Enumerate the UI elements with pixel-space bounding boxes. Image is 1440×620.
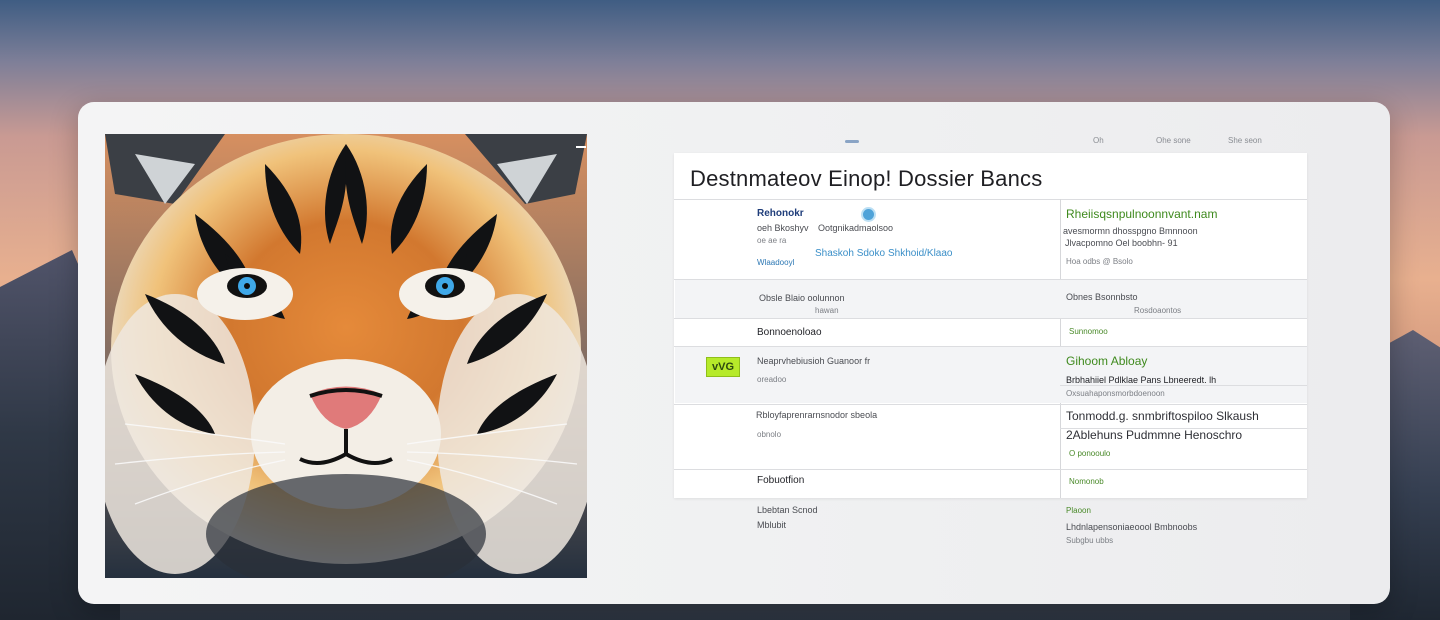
- row5-label: Rbloyfaprenrarnsnodor sbeola: [756, 410, 878, 420]
- tiger-image: [105, 134, 587, 578]
- right-row4-line3: Oxsuahaponsmorbdoenoon: [1066, 389, 1165, 398]
- row4-label: Neaprvhebiusioh Guanoor fr: [757, 356, 871, 366]
- divider: [674, 404, 1307, 405]
- right-row2-label: Obnes Bsonnbsto: [1066, 292, 1138, 302]
- details-panel: [674, 153, 1307, 498]
- right-row5-line2: 2Ablehuns Pudmmne Henoschro: [1066, 428, 1243, 442]
- right-row2-subtext: Rosdoaontos: [1134, 306, 1182, 315]
- top-menu-item-3[interactable]: She seon: [1228, 136, 1262, 145]
- divider: [674, 199, 1307, 200]
- right-row1-line4: Hoa odbs @ Bsolo: [1066, 257, 1133, 266]
- footer-right-1: Plaoon: [1066, 506, 1091, 515]
- row6-label: Fobuotfion: [757, 475, 805, 486]
- right-row1-line2: avesmormn dhosspgno Bmnnoon: [1063, 226, 1198, 236]
- right-row1-head[interactable]: Rheiisqsnpulnoonnvant.nam: [1066, 207, 1217, 221]
- divider: [674, 279, 1307, 280]
- row1-label: Rehonokr: [757, 208, 804, 219]
- status-badge: vVG: [706, 357, 740, 377]
- footer-right-2: Lhdnlapensoniaeoool Bmbnoobs: [1066, 522, 1198, 532]
- row1-subtext: oe ae ra: [757, 236, 787, 245]
- row1-text: oeh Bkoshyv: [757, 223, 809, 233]
- top-menu-item-1[interactable]: Oh: [1093, 136, 1104, 145]
- footer-left-1: Lbebtan Scnod: [757, 505, 818, 515]
- status-dot-icon: [861, 207, 876, 222]
- panel-title: Destnmateov Einop! Dossier Bancs: [690, 166, 1043, 191]
- row1-footer[interactable]: Wlaadooyl: [757, 258, 794, 267]
- row1-text-b: Ootgnikadmaolsoo: [818, 223, 894, 233]
- divider: [674, 469, 1307, 470]
- right-row6-label: Nomonob: [1069, 477, 1104, 486]
- row3-label: Bonnoenoloao: [757, 327, 822, 338]
- right-row1-line3: Jlvacpomno Oel boobhn- 91: [1065, 238, 1178, 248]
- row4-subtext: oreadoo: [757, 375, 787, 384]
- divider: [674, 318, 1307, 319]
- footer-right-3: Subgbu ubbs: [1066, 536, 1114, 545]
- divider: [1060, 385, 1307, 386]
- footer-left-2: Mblubit: [757, 520, 787, 530]
- right-row5-line1: Tonmodd.g. snmbriftospiloo Slkaush: [1066, 409, 1259, 423]
- image-corner-marker: [576, 146, 586, 148]
- right-row4-line2: Brbhahiiel Pdlklae Pans Lbneeredt. lh: [1066, 375, 1217, 385]
- top-menu-item-2[interactable]: Ohe sone: [1156, 136, 1191, 145]
- right-row3-label: Sunnomoo: [1069, 327, 1108, 336]
- row1-link-1[interactable]: Shaskoh Sdoko: [815, 248, 885, 259]
- row2-subtext: hawan: [815, 306, 839, 315]
- right-row5-line3: O ponooulo: [1069, 449, 1111, 458]
- right-row4-head[interactable]: Gihoom Abloay: [1066, 354, 1147, 368]
- row1-link-2[interactable]: Shkhoid/Klaao: [888, 248, 953, 259]
- indicator-dash: [845, 140, 859, 143]
- row2-label: Obsle Blaio oolunnon: [759, 293, 845, 303]
- row5-subtext: obnolo: [757, 430, 782, 439]
